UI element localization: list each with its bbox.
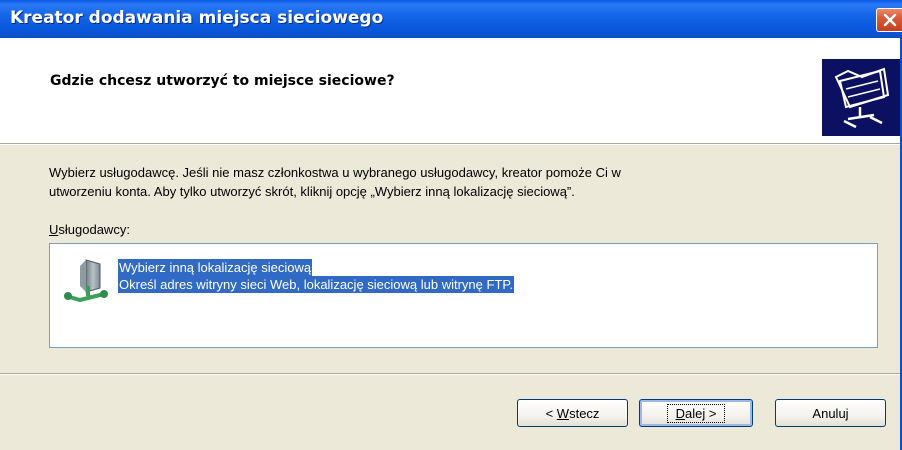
provider-text: Wybierz inną lokalizację sieciową Określ… (118, 259, 514, 293)
wizard-header: Gdzie chcesz utworzyć to miejsce sieciow… (0, 38, 902, 143)
next-button-focus: Dalej > (666, 403, 726, 423)
list-item[interactable]: Wybierz inną lokalizację sieciową Określ… (58, 254, 868, 309)
description-line-2: utworzeniu konta. Aby tylko utworzyć skr… (49, 184, 575, 199)
title-bar[interactable]: Kreator dodawania miejsca sieciowego (0, 0, 902, 38)
cancel-button[interactable]: Anuluj (775, 399, 886, 427)
back-button-accel: W (556, 405, 570, 421)
back-button-prefix: < (545, 405, 557, 421)
network-place-icon (58, 256, 114, 306)
back-button-rest: stecz (569, 405, 600, 421)
providers-label-rest: sługodawcy: (58, 222, 130, 237)
close-icon (883, 13, 896, 27)
next-button-accel: D (675, 405, 685, 421)
providers-label-accel: U (49, 222, 59, 237)
next-button[interactable]: Dalej > (639, 399, 753, 427)
next-button-rest: alej > (684, 405, 717, 421)
description-line-1: Wybierz usługodawcę. Jeśli nie masz czło… (49, 165, 621, 180)
back-button[interactable]: < Wstecz (517, 399, 628, 427)
provider-subtitle: Określ adres witryny sieci Web, lokaliza… (118, 276, 514, 293)
page-title: Gdzie chcesz utworzyć to miejsce sieciow… (50, 73, 395, 89)
provider-title: Wybierz inną lokalizację sieciową (118, 259, 313, 276)
close-button[interactable] (876, 8, 902, 32)
window-title: Kreator dodawania miejsca sieciowego (10, 8, 384, 28)
providers-label: Usługodawcy: (49, 222, 130, 237)
description: Wybierz usługodawcę. Jeśli nie masz czło… (49, 163, 849, 201)
providers-list[interactable]: Wybierz inną lokalizację sieciową Określ… (49, 243, 878, 348)
network-folder-icon (822, 59, 902, 136)
